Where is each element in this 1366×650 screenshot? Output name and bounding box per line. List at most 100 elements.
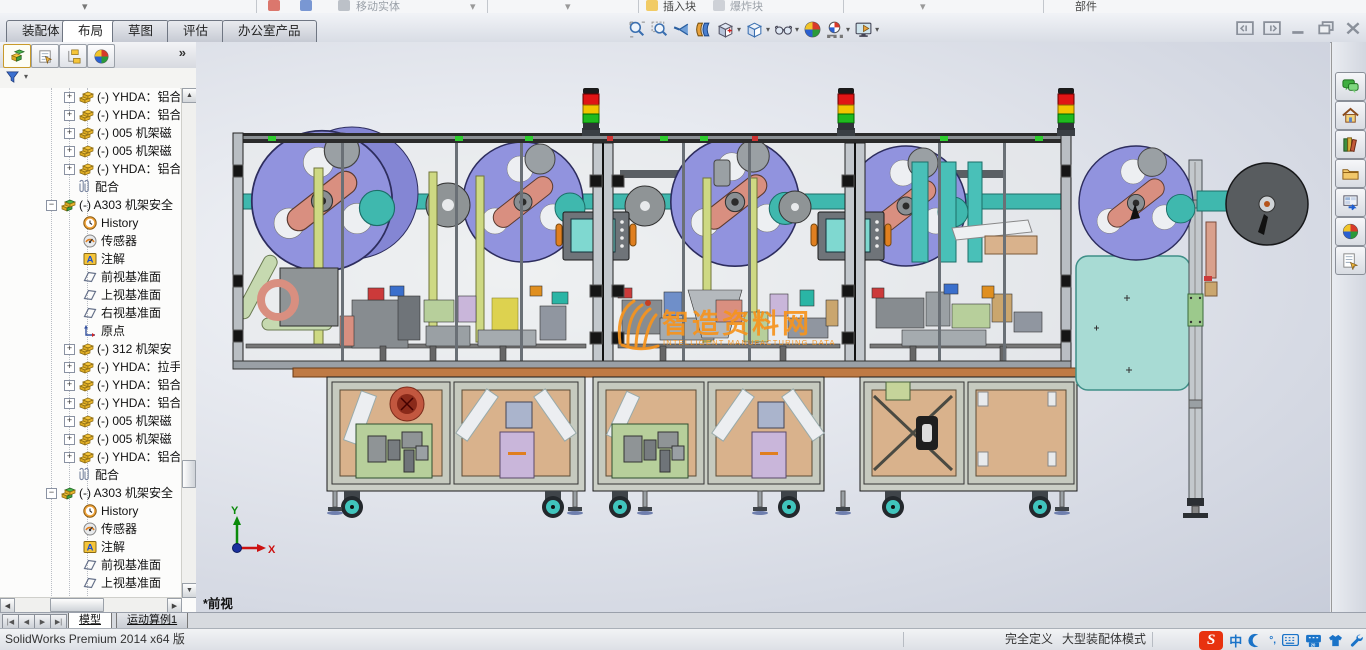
tree-item[interactable]: 配合 bbox=[0, 178, 180, 196]
half-full-moon-icon[interactable] bbox=[1248, 633, 1263, 648]
tree-item[interactable]: +(-) YHDA：拉手 bbox=[0, 358, 180, 376]
tree-item[interactable]: +(-) YHDA：铝合 bbox=[0, 376, 180, 394]
tree-item[interactable]: A注解 bbox=[0, 538, 180, 556]
tree-expander[interactable]: + bbox=[64, 128, 75, 139]
apply-scene-icon[interactable] bbox=[825, 20, 844, 39]
appearances-icon[interactable] bbox=[1335, 217, 1366, 246]
skin-shirt-icon[interactable] bbox=[1328, 634, 1343, 647]
tree-item[interactable]: +(-) YHDA：铝合 bbox=[0, 160, 180, 178]
tree-item[interactable]: +(-) 005 机架磁 bbox=[0, 142, 180, 160]
edit-appearance-icon[interactable] bbox=[803, 20, 822, 39]
file-explorer-icon[interactable] bbox=[1335, 159, 1366, 188]
graphics-area[interactable]: 智造资料网 INTELLIGENT MANUFACTURING DATA Y X… bbox=[196, 42, 1330, 612]
tree-expander[interactable]: + bbox=[64, 146, 75, 157]
tree-item[interactable]: History bbox=[0, 502, 180, 520]
featuremanager-tree-tab[interactable] bbox=[3, 44, 31, 68]
tree-item[interactable]: 配合 bbox=[0, 466, 180, 484]
tab-motion-study[interactable]: 运动算例1 bbox=[116, 613, 188, 629]
tree-item[interactable]: +(-) YHDA：铝合 bbox=[0, 106, 180, 124]
scroll-left-arrow[interactable]: ◀ bbox=[0, 598, 15, 613]
tree-item[interactable]: +(-) 005 机架磁 bbox=[0, 430, 180, 448]
scroll-thumb[interactable] bbox=[182, 460, 196, 488]
tree-vertical-scrollbar[interactable]: ▲ ▼ bbox=[181, 88, 196, 598]
tab-scroll-next[interactable]: ▶ bbox=[34, 614, 51, 629]
tree-item[interactable]: +(-) 312 机架安 bbox=[0, 340, 180, 358]
minimize-icon[interactable] bbox=[1290, 21, 1308, 35]
hide-show-items-icon[interactable] bbox=[774, 20, 793, 39]
tree-expander[interactable]: + bbox=[64, 380, 75, 391]
dropdown-caret-icon[interactable]: ▾ bbox=[875, 25, 879, 34]
display-style-icon[interactable] bbox=[745, 20, 764, 39]
tree-expander[interactable]: + bbox=[64, 92, 75, 103]
tree-item[interactable]: +(-) YHDA：铝合 bbox=[0, 88, 180, 106]
filter-funnel-icon[interactable] bbox=[5, 70, 20, 90]
punctuation-icon[interactable]: °, bbox=[1269, 635, 1276, 646]
tree-expander[interactable]: + bbox=[64, 110, 75, 121]
dropdown-caret-icon[interactable]: ▾ bbox=[766, 25, 770, 34]
tree-item[interactable]: 传感器 bbox=[0, 520, 180, 538]
scroll-thumb[interactable] bbox=[50, 598, 104, 612]
dropdown-caret-icon[interactable]: ▾ bbox=[795, 25, 799, 34]
filter-caret-icon[interactable]: ▾ bbox=[24, 72, 28, 81]
tab-sketch[interactable]: 草图 bbox=[112, 20, 169, 42]
dropdown-caret-icon[interactable]: ▾ bbox=[737, 25, 741, 34]
soft-keyboard-icon[interactable] bbox=[1282, 634, 1299, 646]
custom-properties-icon[interactable] bbox=[1335, 246, 1366, 275]
tree-expander[interactable]: + bbox=[64, 434, 75, 445]
tree-expander[interactable]: + bbox=[64, 452, 75, 463]
tree-expander[interactable]: + bbox=[64, 416, 75, 427]
tab-layout[interactable]: 布局 bbox=[62, 20, 119, 42]
tree-item[interactable]: −(-) A303 机架安全 bbox=[0, 484, 180, 502]
tree-item[interactable]: +(-) YHDA：铝合 bbox=[0, 448, 180, 466]
tree-item[interactable]: A注解 bbox=[0, 250, 180, 268]
scroll-up-arrow[interactable]: ▲ bbox=[182, 88, 197, 103]
tree-item[interactable]: 前视基准面 bbox=[0, 268, 180, 286]
tree-item[interactable]: +(-) YHDA：铝合 bbox=[0, 394, 180, 412]
keyboard-20-icon[interactable]: 20 bbox=[1305, 634, 1322, 647]
resources-home-icon[interactable] bbox=[1335, 101, 1366, 130]
forum-icon[interactable] bbox=[1335, 72, 1366, 101]
design-library-icon[interactable] bbox=[1335, 130, 1366, 159]
scroll-right-arrow[interactable]: ▶ bbox=[167, 598, 182, 613]
close-icon[interactable] bbox=[1344, 21, 1362, 35]
panel-overflow-chevron[interactable]: » bbox=[179, 45, 186, 60]
previous-view-icon[interactable] bbox=[672, 20, 691, 39]
tree-item[interactable]: 前视基准面 bbox=[0, 556, 180, 574]
tree-item[interactable]: 上视基准面 bbox=[0, 286, 180, 304]
tab-scroll-last[interactable]: ▶| bbox=[50, 614, 67, 629]
view-palette-icon[interactable] bbox=[1335, 188, 1366, 217]
configurationmanager-tab[interactable] bbox=[59, 44, 87, 68]
tree-expander[interactable]: + bbox=[64, 398, 75, 409]
sogou-logo-icon[interactable]: S bbox=[1199, 631, 1223, 650]
collapse-right-pane-icon[interactable] bbox=[1263, 21, 1281, 35]
tab-office-products[interactable]: 办公室产品 bbox=[222, 20, 317, 42]
tree-item[interactable]: +(-) 005 机架磁 bbox=[0, 124, 180, 142]
scroll-down-arrow[interactable]: ▼ bbox=[182, 583, 197, 598]
tree-item[interactable]: 右视基准面 bbox=[0, 304, 180, 322]
tab-evaluate[interactable]: 评估 bbox=[167, 20, 224, 42]
propertymanager-tab[interactable] bbox=[31, 44, 59, 68]
tree-item[interactable]: History bbox=[0, 214, 180, 232]
dropdown-caret-icon[interactable]: ▾ bbox=[846, 25, 850, 34]
tab-model[interactable]: 模型 bbox=[68, 613, 112, 629]
tree-item[interactable]: −(-) A303 机架安全 bbox=[0, 196, 180, 214]
tree-horizontal-scrollbar[interactable]: ◀ ▶ bbox=[0, 597, 182, 612]
tree-expander[interactable]: − bbox=[46, 200, 57, 211]
tree-expander[interactable]: + bbox=[64, 344, 75, 355]
collapse-left-pane-icon[interactable] bbox=[1236, 21, 1254, 35]
section-view-icon[interactable] bbox=[694, 20, 713, 39]
tree-expander[interactable]: + bbox=[64, 164, 75, 175]
tab-scroll-prev[interactable]: ◀ bbox=[18, 614, 35, 629]
toolbox-wrench-icon[interactable] bbox=[1349, 633, 1363, 647]
chinese-mode-icon[interactable]: 中 bbox=[1229, 631, 1242, 650]
tab-scroll-first[interactable]: |◀ bbox=[2, 614, 19, 629]
restore-icon[interactable] bbox=[1317, 21, 1335, 35]
view-settings-icon[interactable] bbox=[854, 20, 873, 39]
displaymanager-tab[interactable] bbox=[87, 44, 115, 68]
tree-expander[interactable]: − bbox=[46, 488, 57, 499]
tree-item[interactable]: 上视基准面 bbox=[0, 574, 180, 592]
zoom-fit-icon[interactable] bbox=[628, 20, 647, 39]
tree-item[interactable]: 原点 bbox=[0, 322, 180, 340]
tree-expander[interactable]: + bbox=[64, 362, 75, 373]
zoom-area-icon[interactable] bbox=[650, 20, 669, 39]
